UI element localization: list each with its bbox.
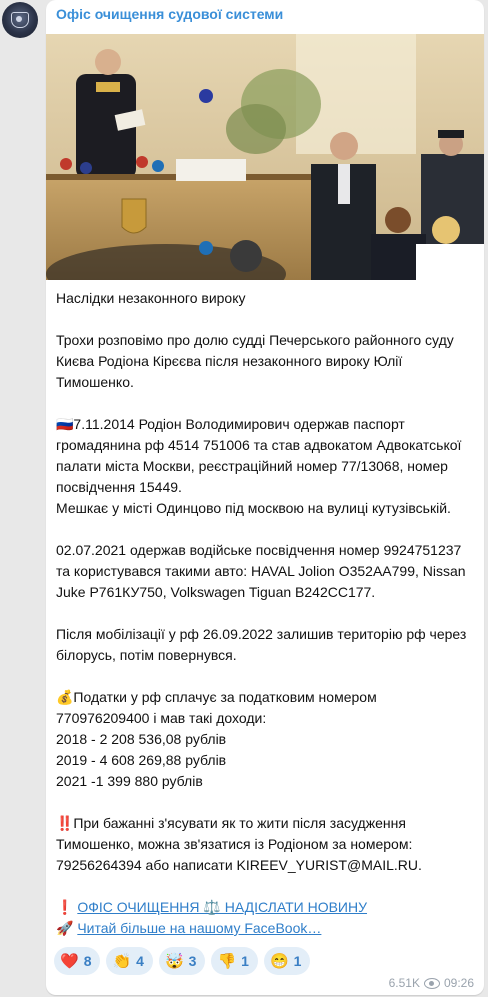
text-line: ‼️При бажанні з'ясувати як то жити після…: [56, 815, 406, 831]
channel-avatar[interactable]: [2, 2, 38, 38]
text-line: Після мобілізації у рф 26.09.2022 залиши…: [56, 626, 467, 642]
text-line: [56, 666, 478, 687]
reaction-count: 1: [293, 953, 302, 969]
reaction-grin[interactable]: 😁 1: [263, 947, 311, 975]
message-bubble: Офіс очищення судової системи Наслідки н…: [46, 0, 484, 995]
reaction-thumbs-down[interactable]: 👎 1: [211, 947, 258, 975]
exclamation-icon: ❗: [56, 899, 78, 915]
text-line: 2019 - 4 608 269,88 рублів: [56, 752, 227, 768]
message-time: 09:26: [443, 976, 474, 990]
text-line: Тимошенко, можна зв'язатися із Родіоном …: [56, 836, 413, 852]
courtroom-photo: [46, 34, 484, 280]
reaction-heart[interactable]: ❤️ 8: [54, 947, 101, 975]
post-photo[interactable]: [46, 34, 484, 280]
text-line: палати міста Москви, реєстраційний номер…: [56, 458, 448, 474]
text-line: Тимошенко.: [56, 374, 134, 390]
text-line: 2021 -1 399 880 рублів: [56, 773, 203, 789]
facebook-link[interactable]: Читай більше на нашому FaceBook…: [77, 920, 321, 936]
text-line: [56, 393, 478, 414]
heart-icon: ❤️: [60, 953, 79, 970]
text-line: посвідчення 15449.: [56, 479, 182, 495]
eye-icon: [423, 977, 440, 989]
text-line: [56, 876, 478, 897]
text-line: 770976209400 і мав такі доходи:: [56, 710, 267, 726]
reactions-bar: ❤️ 8 👏 4 🤯 3 👎 1 😁 1: [54, 947, 311, 975]
reaction-count: 8: [83, 953, 92, 969]
mind-blown-icon: 🤯: [164, 953, 184, 970]
text-line: [56, 603, 478, 624]
text-line: 79256264394 або написати KIREEV_YURIST@M…: [56, 857, 422, 873]
submit-news-link[interactable]: ОФІС ОЧИЩЕННЯ ⚖️ НАДІСЛАТИ НОВИНУ: [77, 899, 367, 915]
text-line: Києва Родіона Кірєєва після незаконного …: [56, 353, 403, 369]
text-line: [56, 792, 478, 813]
text-line: Juke Р761КУ750, Volkswagen Tiguan В242СС…: [56, 584, 376, 600]
channel-logo-icon: [11, 12, 29, 28]
reaction-count: 4: [136, 953, 144, 969]
reaction-count: 1: [241, 953, 249, 969]
text-line: та користувався такими авто: HAVAL Jolio…: [56, 563, 466, 579]
link-line: 🚀 Читай більше на нашому FaceBook…: [56, 918, 478, 939]
text-line: [56, 519, 478, 540]
view-count: 6.51K: [388, 976, 420, 990]
text-line: громадянина рф 4514 751006 та став адвок…: [56, 437, 462, 453]
text-line: [56, 309, 478, 330]
thumbs-down-icon: 👎: [217, 953, 237, 970]
channel-name[interactable]: Офіс очищення судової системи: [56, 6, 283, 22]
post-text: Наслідки незаконного вироку Трохи розпов…: [56, 288, 478, 939]
text-line: 🇷🇺7.11.2014 Родіон Володимирович одержав…: [56, 416, 405, 432]
text-line: 02.07.2021 одержав водійське посвідчення…: [56, 542, 462, 558]
clap-icon: 👏: [112, 953, 132, 970]
text-line: Трохи розповімо про долю судді Печерсько…: [56, 332, 454, 348]
text-line: білорусь, потім повернувся.: [56, 647, 237, 663]
message-meta: 6.51K 09:26: [389, 976, 474, 990]
reaction-count: 3: [188, 953, 197, 969]
text-line: 2018 - 2 208 536,08 рублів: [56, 731, 227, 747]
text-line: Наслідки незаконного вироку: [56, 290, 246, 306]
link-line: ❗ ОФІС ОЧИЩЕННЯ ⚖️ НАДІСЛАТИ НОВИНУ: [56, 897, 478, 918]
text-line: 💰Податки у рф сплачує за податковим номе…: [56, 689, 377, 705]
grin-icon: 😁: [269, 953, 289, 970]
reaction-clap[interactable]: 👏 4: [106, 947, 153, 975]
reaction-mind-blown[interactable]: 🤯 3: [158, 947, 206, 975]
text-line: Мешкає у місті Одинцово під москвою на в…: [56, 500, 451, 516]
rocket-icon: 🚀: [56, 920, 78, 936]
